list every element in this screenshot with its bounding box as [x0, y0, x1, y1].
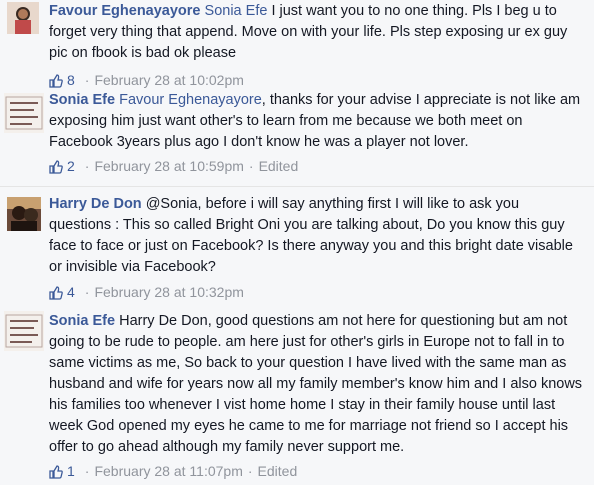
like-count[interactable]: 1: [67, 461, 75, 482]
comment-mention[interactable]: Sonia Efe: [205, 3, 268, 19]
avatar[interactable]: [4, 311, 44, 351]
meta-separator: ·: [84, 462, 90, 479]
comment-harry: Harry De Don @Sonia, before i will say a…: [0, 190, 594, 308]
comment-author[interactable]: Sonia Efe: [49, 313, 115, 329]
avatar[interactable]: [4, 93, 44, 133]
comment-favour: Favour Eghenayayore Sonia Efe I just wan…: [0, 0, 594, 88]
comment-author[interactable]: Favour Eghenayayore: [49, 3, 201, 19]
like-icon[interactable]: [49, 73, 63, 88]
like-icon[interactable]: [49, 285, 63, 300]
comment-text: Harry De Don, good questions am not here…: [49, 313, 583, 455]
comment-timestamp[interactable]: February 28 at 11:07pm: [94, 461, 242, 482]
like-icon[interactable]: [49, 159, 63, 174]
comment-author[interactable]: Harry De Don: [49, 196, 142, 212]
avatar[interactable]: [7, 197, 41, 231]
comment-body: Favour Eghenayayore Sonia Efe I just wan…: [49, 1, 584, 90]
comment-timestamp[interactable]: February 28 at 10:59pm: [94, 156, 243, 177]
comment-sonia-answer: Sonia Efe Harry De Don, good questions a…: [0, 308, 594, 479]
edited-label[interactable]: Edited: [259, 156, 299, 177]
comment-author[interactable]: Sonia Efe: [49, 92, 115, 108]
comment-body: Sonia Efe Harry De Don, good questions a…: [49, 311, 584, 481]
meta-separator: ·: [247, 462, 253, 479]
meta-separator: ·: [84, 283, 90, 300]
comment-body: Sonia Efe Favour Eghenayayore, thanks fo…: [49, 90, 584, 176]
comment-sonia-reply: Sonia Efe Favour Eghenayayore, thanks fo…: [0, 88, 594, 184]
like-count[interactable]: 4: [67, 282, 75, 303]
meta-separator: ·: [248, 157, 254, 174]
meta-separator: ·: [84, 157, 90, 174]
comment-meta: 8 · February 28 at 10:02pm: [49, 70, 584, 90]
comment-timestamp[interactable]: February 28 at 10:32pm: [94, 282, 243, 303]
avatar[interactable]: [7, 2, 39, 34]
comment-meta: 1 · February 28 at 11:07pm · Edited: [49, 461, 584, 481]
comment-meta: 4 · February 28 at 10:32pm: [49, 282, 584, 302]
comment-divider: [0, 186, 594, 187]
comment-body: Harry De Don @Sonia, before i will say a…: [49, 194, 584, 302]
like-count[interactable]: 2: [67, 156, 75, 177]
edited-label[interactable]: Edited: [258, 461, 298, 482]
comment-meta: 2 · February 28 at 10:59pm · Edited: [49, 156, 584, 176]
comment-mention[interactable]: Favour Eghenayayore: [119, 92, 262, 108]
